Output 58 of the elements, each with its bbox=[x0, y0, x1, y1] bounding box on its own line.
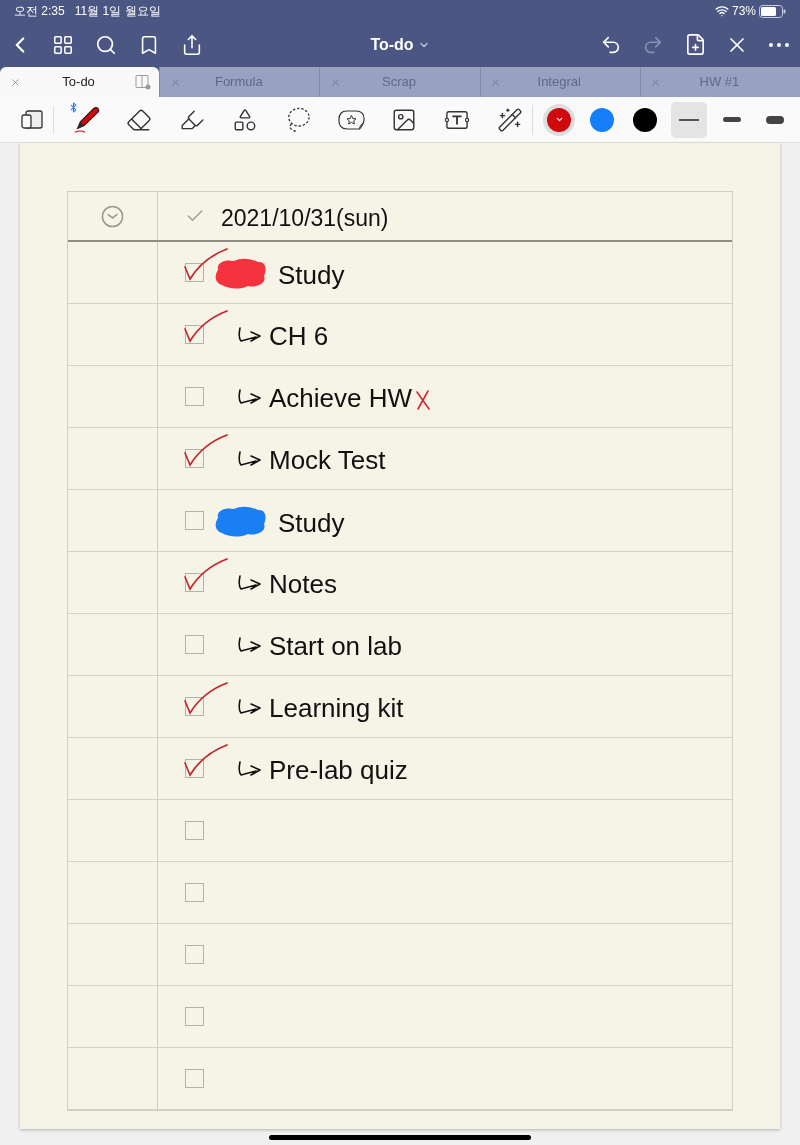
close-icon bbox=[329, 76, 341, 88]
checkbox[interactable] bbox=[185, 1069, 204, 1088]
bluetooth-icon bbox=[68, 101, 79, 113]
task-text: Learning kit bbox=[269, 692, 404, 725]
more-icon bbox=[769, 42, 789, 47]
checkbox[interactable] bbox=[185, 449, 204, 468]
wifi-icon bbox=[714, 4, 729, 18]
checkbox[interactable] bbox=[185, 1007, 204, 1026]
task-text: Study bbox=[278, 259, 345, 292]
thin-line-icon bbox=[679, 118, 699, 121]
bent-arrow-icon bbox=[237, 697, 263, 716]
battery-icon bbox=[759, 4, 786, 18]
grid-icon bbox=[52, 33, 74, 56]
battery-percentage: 73% bbox=[731, 3, 756, 20]
document-title-button[interactable]: To-do bbox=[370, 32, 430, 57]
checkbox[interactable] bbox=[185, 697, 204, 716]
checkbox[interactable] bbox=[185, 387, 204, 406]
task-text: Pre-lab quiz bbox=[269, 754, 408, 787]
clock-icon bbox=[101, 204, 124, 228]
search-icon bbox=[95, 33, 117, 56]
bent-arrow-icon bbox=[237, 449, 263, 468]
pages-icon bbox=[20, 108, 44, 131]
stroke-width-button[interactable] bbox=[671, 101, 707, 138]
status-time: 오전 2:35 bbox=[14, 3, 65, 20]
checkbox[interactable] bbox=[185, 883, 204, 902]
checkbox[interactable] bbox=[185, 945, 204, 964]
task-text: Achieve HW bbox=[269, 382, 413, 415]
tab[interactable]: Integral bbox=[479, 67, 640, 97]
task-text: CH 6 bbox=[269, 320, 329, 353]
checkbox[interactable] bbox=[185, 511, 204, 530]
checkbox[interactable] bbox=[185, 325, 204, 344]
tab[interactable]: HW #1 bbox=[639, 67, 800, 97]
task-text: Start on lab bbox=[269, 630, 402, 663]
checkbox[interactable] bbox=[185, 759, 204, 778]
tab[interactable]: To-do bbox=[0, 67, 160, 97]
tab[interactable]: Formula bbox=[159, 67, 320, 97]
task-text: Study bbox=[278, 507, 345, 540]
close-icon bbox=[169, 76, 181, 88]
close-icon bbox=[650, 76, 662, 88]
split-view-icon bbox=[135, 74, 152, 90]
checkbox[interactable] bbox=[185, 635, 204, 654]
checkbox[interactable] bbox=[185, 573, 204, 592]
bent-arrow-icon bbox=[237, 759, 263, 778]
task-text: Notes bbox=[269, 568, 337, 601]
close-icon bbox=[9, 76, 21, 88]
date-text: 2021/10/31(sun) bbox=[221, 203, 389, 233]
status-date: 11월 1일 월요일 bbox=[74, 3, 161, 20]
bent-arrow-icon bbox=[237, 635, 263, 654]
tab[interactable]: Scrap bbox=[319, 67, 480, 97]
task-text: Mock Test bbox=[269, 444, 386, 477]
bent-arrow-icon bbox=[237, 325, 263, 344]
close-icon bbox=[490, 76, 502, 88]
checkbox[interactable] bbox=[185, 263, 204, 282]
bent-arrow-icon bbox=[237, 387, 263, 406]
bent-arrow-icon bbox=[237, 573, 263, 592]
share-icon bbox=[181, 33, 203, 56]
chevron-icon bbox=[554, 115, 564, 124]
checkbox[interactable] bbox=[185, 821, 204, 840]
